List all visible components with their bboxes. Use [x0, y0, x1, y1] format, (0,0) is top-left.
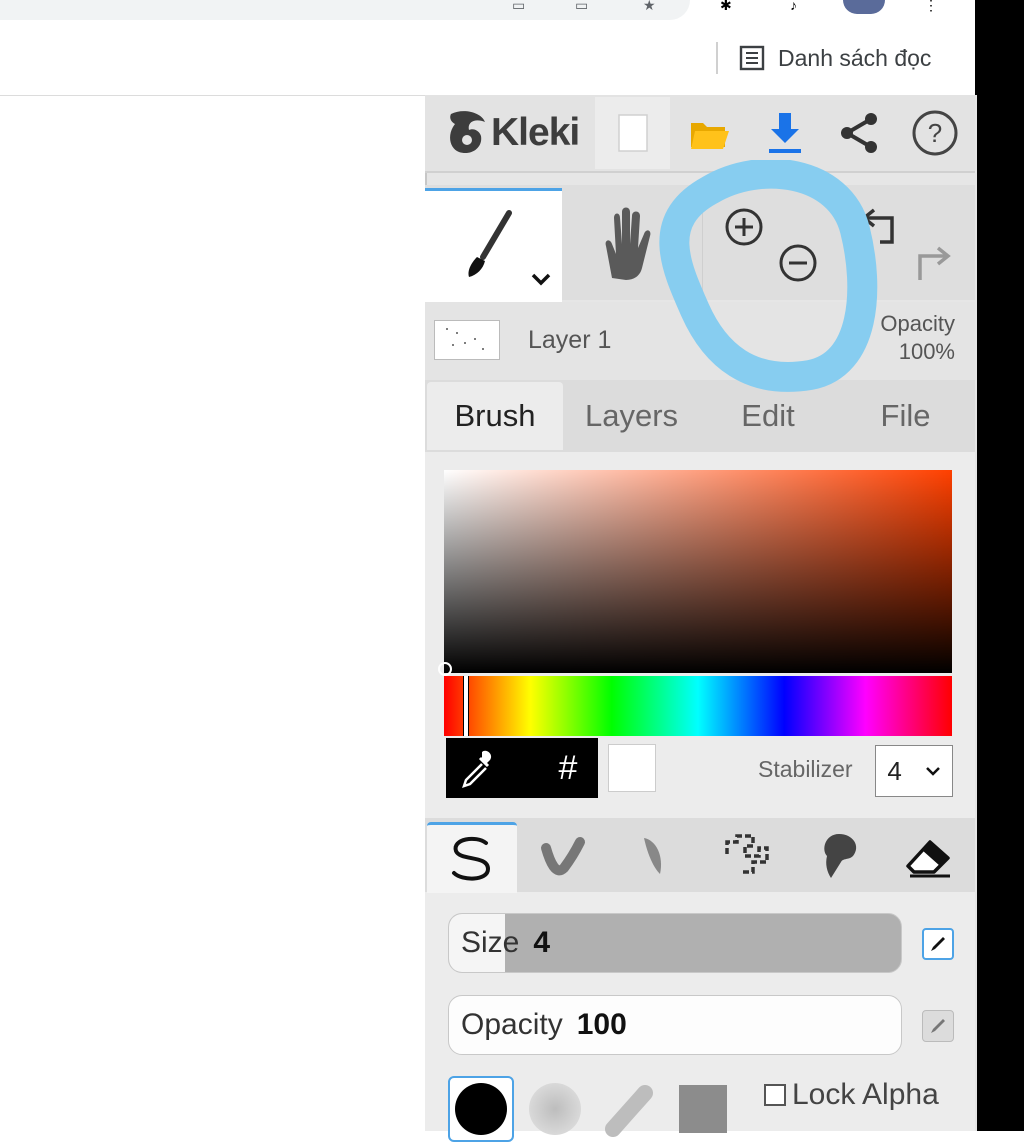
download-button[interactable] — [752, 100, 818, 166]
stabilizer-select[interactable]: 4 — [875, 745, 953, 797]
square-shape-button[interactable] — [670, 1076, 736, 1142]
extensions-icon[interactable]: ✱ — [720, 0, 732, 12]
round-hard-shape-button[interactable] — [448, 1076, 514, 1142]
hex-input-button[interactable]: # — [538, 738, 598, 798]
stabilizer-value: 4 — [887, 755, 902, 786]
tab-file[interactable]: File — [838, 382, 973, 450]
soft-circle-icon — [529, 1083, 581, 1135]
tab-layers[interactable]: Layers — [565, 382, 698, 450]
media-icon[interactable]: ♪ — [790, 0, 797, 12]
layer-opacity-value: 100% — [898, 339, 955, 364]
tab-search-icon[interactable]: ▭ — [575, 0, 588, 12]
zoom-out-icon[interactable] — [777, 242, 819, 284]
reading-list-label: Danh sách đọc — [778, 44, 932, 71]
open-button[interactable] — [676, 100, 742, 166]
hand-tool-button[interactable] — [562, 188, 702, 300]
size-slider[interactable]: Size 4 — [448, 913, 902, 973]
new-image-icon — [617, 114, 648, 152]
open-folder-icon — [691, 123, 729, 149]
layer-opacity-label: Opacity — [880, 311, 955, 336]
chevron-down-icon — [925, 767, 940, 776]
redo-icon[interactable] — [912, 242, 956, 286]
opacity-pressure-toggle[interactable] — [922, 1010, 954, 1042]
layer-thumbnail-dots — [446, 328, 484, 350]
size-slider-text: Size 4 — [461, 914, 550, 972]
download-icon — [769, 113, 801, 153]
help-icon: ? — [912, 110, 958, 156]
sketchy-brush-icon — [644, 838, 662, 874]
zoom-tools — [702, 188, 843, 300]
size-value: 4 — [533, 926, 551, 959]
pixel-brush-icon — [725, 834, 769, 874]
blend-brush-button[interactable] — [517, 822, 607, 890]
install-app-icon[interactable]: ▭ — [512, 0, 525, 12]
stabilizer-label: Stabilizer — [758, 756, 853, 782]
undo-redo-tools — [842, 188, 975, 300]
brush-tool-icon — [468, 210, 551, 286]
lock-alpha-checkbox[interactable] — [764, 1084, 786, 1106]
share-icon — [841, 113, 877, 153]
chisel-shape-button[interactable] — [596, 1076, 662, 1142]
chemy-brush-button[interactable] — [794, 822, 884, 890]
blend-brush-icon — [541, 837, 585, 876]
bookmark-star-icon[interactable]: ★ — [643, 0, 656, 12]
square-icon — [679, 1085, 727, 1133]
pen-brush-button[interactable] — [427, 822, 517, 893]
pen-pressure-icon — [931, 1019, 945, 1033]
brush-tool-button[interactable] — [425, 188, 562, 303]
zoom-in-icon[interactable] — [723, 206, 765, 248]
lock-alpha-toggle[interactable]: Lock Alpha — [764, 1078, 939, 1112]
drawing-canvas[interactable] — [0, 96, 424, 1131]
chemy-brush-icon — [824, 834, 857, 878]
size-pressure-toggle[interactable] — [922, 928, 954, 960]
opacity-slider-text: Opacity 100 — [461, 996, 627, 1054]
opacity-label: Opacity — [461, 1008, 563, 1041]
round-soft-shape-button[interactable] — [522, 1076, 588, 1142]
tab-brush[interactable]: Brush — [427, 382, 563, 450]
sketchy-brush-button[interactable] — [607, 822, 697, 890]
hue-slider-handle[interactable] — [463, 676, 469, 736]
new-image-button[interactable] — [595, 97, 670, 169]
lock-alpha-label: Lock Alpha — [792, 1078, 939, 1111]
hand-tool-icon — [605, 207, 651, 280]
kleki-logo[interactable]: Kleki — [445, 105, 580, 161]
layer-thumbnail — [434, 320, 500, 360]
help-button[interactable]: ? — [902, 100, 968, 166]
eraser-icon — [906, 840, 950, 878]
hard-circle-icon — [455, 1083, 507, 1135]
tab-edit[interactable]: Edit — [700, 382, 836, 450]
sv-picker-marker[interactable] — [438, 662, 452, 676]
pen-brush-icon — [452, 836, 491, 881]
current-color-swatch[interactable] — [608, 744, 656, 792]
share-button[interactable] — [826, 100, 892, 166]
size-label: Size — [461, 926, 520, 959]
svg-text:?: ? — [928, 118, 942, 148]
eyedropper-icon[interactable] — [456, 748, 498, 790]
eraser-button[interactable] — [885, 822, 975, 890]
kleki-logo-icon — [450, 111, 485, 154]
toolbar-divider — [716, 42, 718, 74]
kleki-logo-text: Kleki — [491, 111, 580, 154]
browser-menu-icon[interactable]: ⋮ — [924, 0, 938, 12]
saturation-value-picker[interactable] — [444, 470, 952, 673]
screen-edge — [975, 0, 1024, 1131]
opacity-slider[interactable]: Opacity 100 — [448, 995, 902, 1055]
chisel-icon — [605, 1085, 653, 1137]
opacity-value: 100 — [576, 1008, 627, 1041]
pixel-brush-button[interactable] — [702, 822, 792, 890]
hue-slider[interactable] — [444, 676, 952, 736]
reading-list-button[interactable]: Danh sách đọc — [738, 40, 931, 76]
pen-pressure-icon — [931, 937, 945, 951]
reading-list-icon — [739, 45, 765, 71]
undo-icon[interactable] — [856, 204, 900, 248]
layer-opacity: Opacity 100% — [855, 310, 955, 366]
layer-name: Layer 1 — [528, 326, 612, 354]
